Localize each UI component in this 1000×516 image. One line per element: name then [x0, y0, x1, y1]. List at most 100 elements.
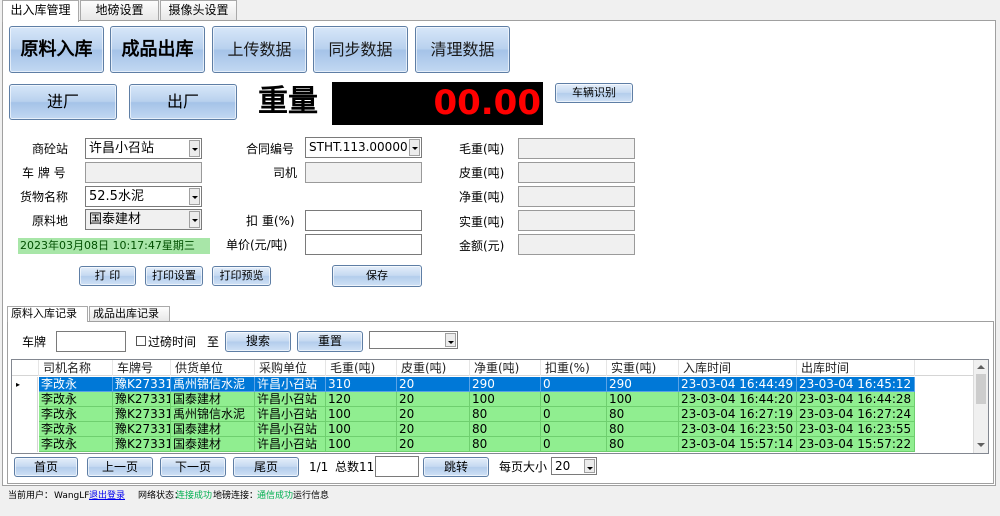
table-cell[interactable]: 100 [326, 407, 397, 422]
table-cell[interactable]: 310 [326, 377, 397, 392]
column-header[interactable]: 净重(吨) [470, 360, 541, 376]
actual-weight-field[interactable] [518, 210, 635, 231]
amount-field[interactable] [518, 234, 635, 255]
table-cell[interactable]: 禹州锦信水泥 [171, 407, 255, 422]
save-button[interactable]: 保存 [332, 265, 422, 287]
tab-camera-settings[interactable]: 摄像头设置 [160, 0, 237, 21]
reset-button[interactable]: 重置 [297, 331, 363, 352]
table-cell[interactable]: 23-03-04 16:44:49 [679, 377, 797, 392]
chevron-down-icon[interactable] [189, 140, 200, 157]
table-cell[interactable]: 国泰建材 [171, 437, 255, 452]
column-header[interactable]: 毛重(吨) [326, 360, 397, 376]
table-cell[interactable]: 23-03-04 15:57:14 [679, 437, 797, 452]
table-cell[interactable]: 100 [470, 392, 541, 407]
table-cell[interactable]: 20 [397, 422, 470, 437]
chevron-down-icon[interactable] [584, 459, 595, 473]
table-cell[interactable]: 20 [397, 407, 470, 422]
table-cell[interactable]: 20 [397, 392, 470, 407]
next-page-button[interactable]: 下一页 [160, 457, 226, 477]
print-preview-button[interactable]: 打印预览 [212, 266, 271, 286]
table-cell[interactable]: 李改永 [39, 407, 113, 422]
table-cell[interactable]: 李改永 [39, 437, 113, 452]
table-cell[interactable]: 李改永 [39, 392, 113, 407]
column-header[interactable]: 供货单位 [171, 360, 255, 376]
table-cell[interactable]: 国泰建材 [171, 422, 255, 437]
column-header[interactable]: 出库时间 [797, 360, 915, 376]
table-cell[interactable]: 80 [470, 422, 541, 437]
table-cell[interactable]: 豫K27331 [113, 407, 171, 422]
table-cell[interactable]: 许昌小召站 [255, 422, 326, 437]
filter-select[interactable] [369, 331, 458, 349]
unit-price-field[interactable] [305, 234, 422, 255]
table-cell[interactable]: 许昌小召站 [255, 392, 326, 407]
chevron-down-icon[interactable] [409, 139, 420, 156]
table-cell[interactable]: 120 [326, 392, 397, 407]
exit-factory-button[interactable]: 出厂 [129, 84, 237, 120]
table-cell[interactable]: 豫K27331 [113, 377, 171, 392]
deduct-field[interactable] [305, 210, 422, 231]
table-row[interactable]: 李改永 豫K27331 国泰建材 许昌小召站 120 20 100 0 100 … [12, 392, 974, 407]
table-vertical-scrollbar[interactable] [973, 360, 988, 453]
first-page-button[interactable]: 首页 [14, 457, 78, 477]
table-row[interactable]: 李改永 豫K27331 禹州锦信水泥 许昌小召站 100 20 80 0 80 … [12, 407, 974, 422]
table-cell[interactable]: 豫K27331 [113, 392, 171, 407]
chevron-down-icon[interactable] [445, 333, 456, 347]
scroll-thumb[interactable] [976, 374, 986, 404]
table-cell[interactable]: 80 [607, 407, 679, 422]
finished-product-outbound-button[interactable]: 成品出库 [110, 26, 205, 73]
table-row[interactable]: ▸ 李改永 豫K27331 禹州锦信水泥 许昌小召站 310 20 290 0 … [12, 377, 974, 392]
raw-material-inbound-button[interactable]: 原料入库 [9, 26, 104, 73]
table-cell[interactable]: 20 [397, 437, 470, 452]
table-cell[interactable]: 23-03-04 16:23:50 [679, 422, 797, 437]
table-row[interactable]: 李改永 豫K27331 国泰建材 许昌小召站 100 20 80 0 80 23… [12, 422, 974, 437]
table-cell[interactable]: 0 [541, 437, 607, 452]
scroll-up-arrow-icon[interactable] [976, 363, 986, 371]
column-header[interactable]: 车牌号 [113, 360, 171, 376]
table-cell[interactable]: 豫K27331 [113, 437, 171, 452]
weigh-time-checkbox[interactable] [136, 336, 146, 346]
table-cell[interactable]: 80 [607, 437, 679, 452]
search-button[interactable]: 搜索 [225, 331, 291, 352]
table-cell[interactable]: 许昌小召站 [255, 437, 326, 452]
table-cell[interactable]: 100 [326, 437, 397, 452]
table-cell[interactable]: 80 [607, 422, 679, 437]
upload-data-button[interactable]: 上传数据 [212, 26, 307, 73]
tab-finished-outbound-records[interactable]: 成品出库记录 [89, 306, 170, 322]
page-size-select[interactable]: 20 [551, 457, 597, 475]
table-cell[interactable]: 23-03-04 16:23:55 [797, 422, 915, 437]
logout-link[interactable]: 退出登录 [89, 488, 125, 504]
tare-weight-field[interactable] [518, 162, 635, 183]
column-header[interactable]: 采购单位 [255, 360, 326, 376]
tab-scale-settings[interactable]: 地磅设置 [80, 0, 159, 21]
table-cell[interactable]: 23-03-04 16:27:24 [797, 407, 915, 422]
table-cell[interactable]: 0 [541, 392, 607, 407]
plate-field[interactable] [85, 162, 202, 183]
tab-inout-management[interactable]: 出入库管理 [2, 0, 79, 22]
column-header[interactable]: 皮重(吨) [397, 360, 470, 376]
column-header[interactable]: 实重(吨) [607, 360, 679, 376]
contract-select[interactable]: STHT.113.00000 [305, 137, 422, 158]
chevron-down-icon[interactable] [189, 211, 200, 228]
table-cell[interactable]: 0 [541, 422, 607, 437]
print-button[interactable]: 打 印 [79, 266, 136, 286]
table-cell[interactable]: 23-03-04 16:45:12 [797, 377, 915, 392]
table-cell[interactable]: 国泰建材 [171, 392, 255, 407]
table-cell[interactable]: 23-03-04 16:27:19 [679, 407, 797, 422]
table-cell[interactable]: 290 [607, 377, 679, 392]
goto-button[interactable]: 跳转 [423, 457, 489, 477]
filter-plate-input[interactable] [56, 331, 126, 352]
scroll-down-arrow-icon[interactable] [976, 442, 986, 450]
table-cell[interactable]: 李改永 [39, 377, 113, 392]
table-cell[interactable]: 290 [470, 377, 541, 392]
goto-page-input[interactable] [375, 456, 419, 477]
table-cell[interactable]: 23-03-04 16:44:20 [679, 392, 797, 407]
table-cell[interactable]: 禹州锦信水泥 [171, 377, 255, 392]
net-weight-field[interactable] [518, 186, 635, 207]
table-cell[interactable]: 23-03-04 15:57:22 [797, 437, 915, 452]
tab-raw-inbound-records[interactable]: 原料入库记录 [7, 306, 88, 322]
table-cell[interactable]: 100 [607, 392, 679, 407]
goods-name-select[interactable]: 52.5水泥 [85, 186, 202, 207]
column-header[interactable]: 入库时间 [679, 360, 797, 376]
table-cell[interactable]: 许昌小召站 [255, 407, 326, 422]
origin-select[interactable]: 国泰建材 [85, 209, 202, 230]
